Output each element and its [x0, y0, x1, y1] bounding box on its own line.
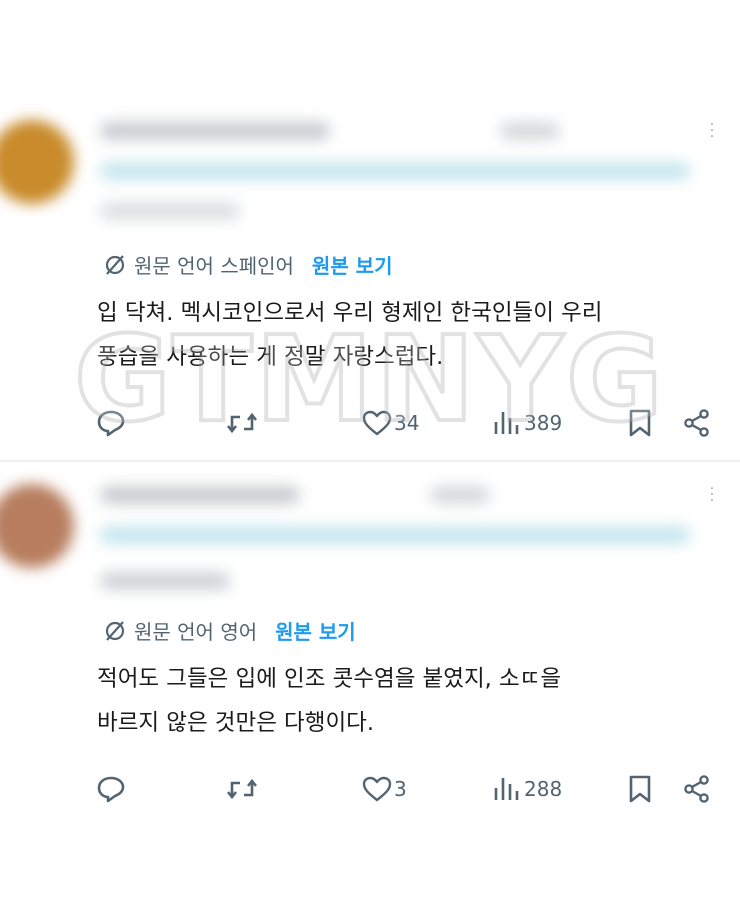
blurred-text-line: [100, 526, 690, 544]
share-button[interactable]: [682, 408, 712, 438]
share-button[interactable]: [682, 774, 712, 804]
translate-icon: [105, 254, 125, 275]
view-original-link[interactable]: 원본 보기: [312, 250, 393, 279]
bookmark-button[interactable]: [626, 408, 654, 438]
share-icon: [684, 409, 709, 437]
translation-notice: 원문 언어 영어 원본 보기: [104, 616, 356, 645]
reply-icon: [97, 776, 125, 803]
translate-icon: [105, 620, 125, 641]
blurred-username: [100, 122, 330, 140]
heart-icon: [362, 410, 392, 436]
more-menu-icon[interactable]: · · ·: [708, 118, 716, 144]
translation-language: 원문 언어 스페인어: [134, 254, 294, 278]
views-icon: [494, 778, 519, 800]
reply-button[interactable]: [96, 408, 126, 438]
blurred-handle: [500, 122, 560, 140]
reply-icon: [97, 410, 125, 437]
post-text-line: 바르지 않은 것만은 다행이다.: [97, 710, 375, 736]
view-original-link[interactable]: 원본 보기: [275, 616, 356, 645]
post-text: 적어도 그들은 입에 인조 콧수염을 붙였지, 소ㄸ을 바르지 않은 것만은 다…: [97, 657, 727, 745]
action-bar: 3 288: [96, 774, 716, 808]
more-menu-icon[interactable]: · · ·: [708, 482, 716, 508]
blurred-text-line: [100, 162, 690, 180]
like-count: 3: [394, 777, 407, 801]
views-icon: [494, 412, 519, 434]
post-text-line: 풍습을 사용하는 게 정말 자랑스럽다.: [97, 344, 444, 370]
avatar[interactable]: [0, 484, 74, 568]
post-text: 입 닥쳐. 멕시코인으로서 우리 형제인 한국인들이 우리 풍습을 사용하는 게…: [97, 291, 727, 379]
heart-icon: [362, 776, 392, 802]
views-button[interactable]: 389: [492, 408, 562, 438]
bookmark-button[interactable]: [626, 774, 654, 804]
views-count: 288: [524, 777, 563, 801]
bookmark-icon: [629, 775, 651, 803]
repost-icon: [226, 412, 258, 434]
repost-button[interactable]: [226, 408, 258, 438]
blurred-text-line: [100, 202, 240, 220]
like-count: 34: [394, 411, 420, 435]
repost-icon: [226, 778, 258, 800]
like-button[interactable]: 3: [362, 774, 407, 804]
bookmark-icon: [629, 409, 651, 437]
repost-button[interactable]: [226, 774, 258, 804]
reply-button[interactable]: [96, 774, 126, 804]
translation-language: 원문 언어 영어: [134, 620, 258, 644]
action-bar: 34 389: [96, 408, 716, 442]
blurred-username: [100, 486, 300, 504]
translation-notice: 원문 언어 스페인어 원본 보기: [104, 250, 393, 279]
post-2[interactable]: · · · 원문 언어 영어 원본 보기 적어도 그들은 입에 인조 콧수염을 붙였…: [0, 462, 740, 862]
blurred-text-line: [100, 572, 230, 590]
views-count: 389: [524, 411, 563, 435]
views-button[interactable]: 288: [492, 774, 562, 804]
share-icon: [684, 775, 709, 803]
post-1[interactable]: · · · 원문 언어 스페인어 원본 보기 입 닥쳐. 멕시코인으로서 우리 형제…: [0, 100, 740, 460]
avatar[interactable]: [0, 120, 74, 204]
post-text-line: 입 닥쳐. 멕시코인으로서 우리 형제인 한국인들이 우리: [97, 300, 603, 326]
blurred-handle: [430, 486, 490, 504]
post-text-line: 적어도 그들은 입에 인조 콧수염을 붙였지, 소ㄸ을: [97, 666, 562, 692]
like-button[interactable]: 34: [362, 408, 419, 438]
